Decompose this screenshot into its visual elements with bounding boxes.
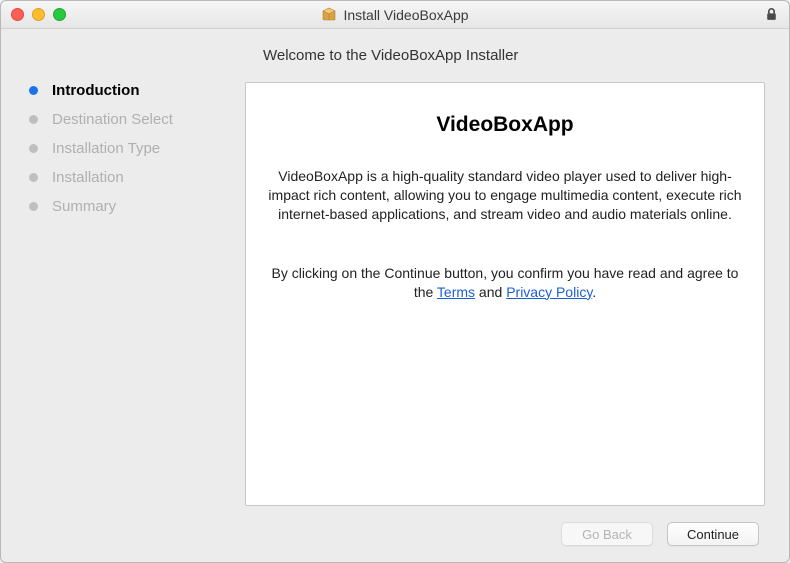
traffic-lights	[11, 8, 66, 21]
continue-button[interactable]: Continue	[667, 522, 759, 546]
window-title: Install VideoBoxApp	[343, 7, 468, 23]
panel-title: VideoBoxApp	[436, 113, 573, 137]
footer: Go Back Continue	[25, 506, 765, 546]
bullet-icon	[29, 115, 38, 124]
terms-link[interactable]: Terms	[437, 284, 475, 300]
titlebar: Install VideoBoxApp	[1, 1, 789, 29]
privacy-link[interactable]: Privacy Policy	[506, 284, 592, 300]
package-icon	[321, 7, 337, 23]
step-label: Summary	[52, 198, 116, 215]
main-panel: VideoBoxApp VideoBoxApp is a high-qualit…	[245, 82, 765, 506]
agree-and: and	[475, 284, 506, 300]
panel-agreement: By clicking on the Continue button, you …	[268, 264, 742, 302]
installer-window: Install VideoBoxApp Welcome to the Video…	[0, 0, 790, 563]
body-row: Introduction Destination Select Installa…	[25, 82, 765, 506]
step-label: Installation Type	[52, 140, 160, 157]
panel-description: VideoBoxApp is a high-quality standard v…	[268, 167, 742, 224]
minimize-button[interactable]	[32, 8, 45, 21]
lock-icon[interactable]	[764, 7, 779, 22]
step-summary: Summary	[29, 198, 245, 215]
close-button[interactable]	[11, 8, 24, 21]
step-label: Destination Select	[52, 111, 173, 128]
agree-suffix: .	[592, 284, 596, 300]
bullet-icon	[29, 173, 38, 182]
step-destination-select: Destination Select	[29, 111, 245, 128]
step-introduction: Introduction	[29, 82, 245, 99]
page-heading: Welcome to the VideoBoxApp Installer	[263, 47, 765, 64]
title-wrap: Install VideoBoxApp	[1, 7, 789, 23]
step-installation: Installation	[29, 169, 245, 186]
step-installation-type: Installation Type	[29, 140, 245, 157]
bullet-icon	[29, 202, 38, 211]
go-back-button: Go Back	[561, 522, 653, 546]
bullet-icon	[29, 86, 38, 95]
content-area: Welcome to the VideoBoxApp Installer Int…	[1, 29, 789, 562]
lock-holder	[764, 7, 779, 22]
sidebar: Introduction Destination Select Installa…	[25, 82, 245, 506]
step-label: Installation	[52, 169, 124, 186]
bullet-icon	[29, 144, 38, 153]
step-label: Introduction	[52, 82, 139, 99]
zoom-button[interactable]	[53, 8, 66, 21]
